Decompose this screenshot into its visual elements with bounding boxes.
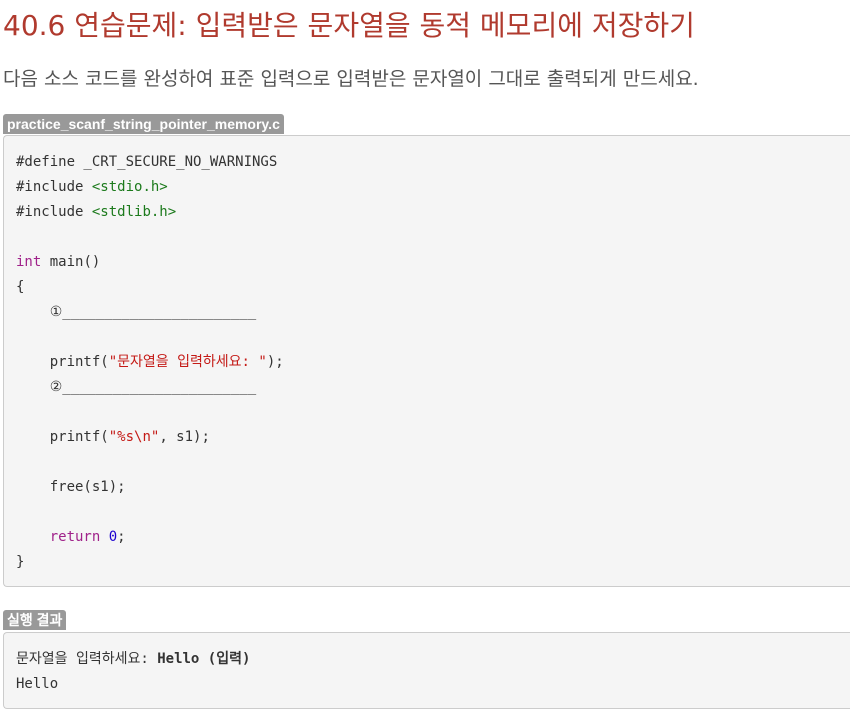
page-title: 40.6 연습문제: 입력받은 문자열을 동적 메모리에 저장하기	[3, 9, 695, 42]
result-user-input: Hello (입력)	[157, 651, 251, 667]
code-line: free(s1);	[16, 475, 850, 500]
code-punct: ;	[117, 529, 126, 545]
result-output-block: 문자열을 입력하세요: Hello (입력) Hello	[3, 632, 850, 709]
code-free-call: free(s1);	[49, 479, 126, 495]
code-fill-blank-1: ①_______________________	[49, 304, 257, 320]
code-function: printf(	[49, 354, 109, 370]
code-punct: );	[266, 354, 284, 370]
code-string: "%s\n"	[108, 429, 160, 445]
code-line: int main()	[16, 250, 850, 275]
code-line: return 0;	[16, 525, 850, 550]
code-fill-blank-2: ②_______________________	[49, 379, 257, 395]
code-punct: , s1);	[159, 429, 210, 445]
result-output: Hello	[16, 676, 59, 692]
code-line: printf("%s\n", s1);	[16, 425, 850, 450]
code-line: ②_______________________	[16, 375, 850, 400]
code-close-brace: }	[16, 554, 25, 570]
code-number: 0	[108, 529, 118, 545]
code-include-directive: #include	[16, 204, 84, 220]
code-line: {	[16, 275, 850, 300]
result-line: Hello	[16, 672, 850, 697]
code-string: "문자열을 입력하세요: "	[108, 354, 267, 370]
code-line: ①_______________________	[16, 300, 850, 325]
code-line: #include <stdio.h>	[16, 175, 850, 200]
code-line: }	[16, 550, 850, 575]
code-keyword: int	[16, 254, 42, 270]
code-include-file: <stdio.h>	[91, 179, 168, 195]
code-line: #define _CRT_SECURE_NO_WARNINGS	[16, 150, 850, 175]
result-label: 실행 결과	[3, 610, 67, 630]
exercise-description: 다음 소스 코드를 완성하여 표준 입력으로 입력받은 문자열이 그대로 출력되…	[3, 68, 699, 90]
code-keyword: return	[49, 529, 101, 545]
code-open-brace: {	[16, 279, 25, 295]
code-define: #define _CRT_SECURE_NO_WARNINGS	[16, 154, 278, 170]
code-include-file: <stdlib.h>	[91, 204, 177, 220]
source-code-block: #define _CRT_SECURE_NO_WARNINGS #include…	[3, 135, 850, 587]
code-line: #include <stdlib.h>	[16, 200, 850, 225]
code-function: printf(	[49, 429, 109, 445]
code-include-directive: #include	[16, 179, 84, 195]
code-main-signature: main()	[49, 254, 101, 270]
result-prompt: 문자열을 입력하세요:	[16, 651, 158, 667]
result-line: 문자열을 입력하세요: Hello (입력)	[16, 647, 850, 672]
code-line: printf("문자열을 입력하세요: ");	[16, 350, 850, 375]
source-file-label: practice_scanf_string_pointer_memory.c	[3, 114, 284, 134]
